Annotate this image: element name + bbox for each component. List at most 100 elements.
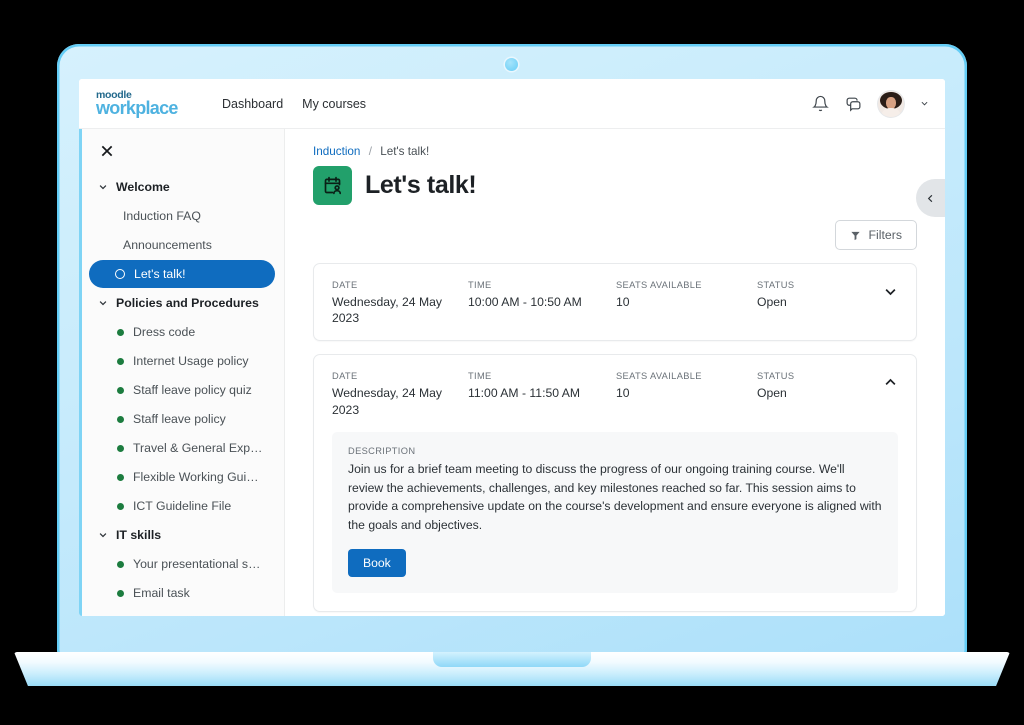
- book-button[interactable]: Book: [348, 549, 406, 577]
- sidebar-item-induction-faq[interactable]: Induction FAQ: [89, 202, 275, 230]
- laptop-base-notch: [433, 652, 591, 667]
- chevron-down-icon: [98, 298, 108, 308]
- sidebar-item-travel-general-expense[interactable]: Travel & General Expense ...: [89, 434, 275, 462]
- column-header-date: DATE: [332, 280, 458, 290]
- session-time-column: TIME 11:00 AM - 11:50 AM: [468, 371, 616, 417]
- column-header-time: TIME: [468, 371, 606, 381]
- session-date-column: DATE Wednesday, 24 May 2023: [332, 371, 468, 417]
- sidebar-item-label: Announcements: [123, 238, 212, 252]
- sidebar-item-staff-leave-policy-quiz[interactable]: Staff leave policy quiz: [89, 376, 275, 404]
- avatar[interactable]: [878, 91, 904, 117]
- column-header-seats: SEATS AVAILABLE: [616, 371, 747, 381]
- filters-button-label: Filters: [869, 228, 902, 242]
- breadcrumb: Induction / Let's talk!: [313, 145, 917, 158]
- primary-nav: Dashboard My courses: [222, 97, 366, 111]
- main-content: Induction / Let's talk! Let's talk!: [285, 129, 945, 616]
- sidebar-item-internet-usage-policy[interactable]: Internet Usage policy: [89, 347, 275, 375]
- moodle-workplace-logo[interactable]: moodle workplace: [96, 90, 201, 118]
- sidebar-section-label: Policies and Procedures: [116, 296, 259, 310]
- sidebar-section-label: IT skills: [116, 528, 161, 542]
- chevron-left-icon: [925, 193, 936, 204]
- sidebar-item-label: ICT Guideline File: [133, 499, 231, 513]
- filters-button[interactable]: Filters: [835, 220, 917, 250]
- nav-item-dashboard[interactable]: Dashboard: [222, 97, 283, 111]
- bell-icon[interactable]: [812, 95, 829, 112]
- sidebar-item-label: Email task: [133, 586, 190, 600]
- breadcrumb-separator: /: [369, 145, 372, 158]
- page-title: Let's talk!: [365, 171, 476, 200]
- sidebar-item-ict-guideline-file[interactable]: ICT Guideline File: [89, 492, 275, 520]
- description-label: DESCRIPTION: [348, 446, 882, 456]
- chevron-down-icon: [98, 530, 108, 540]
- column-header-seats: SEATS AVAILABLE: [616, 280, 747, 290]
- session-status-column: STATUS Open: [757, 371, 877, 417]
- description-text: Join us for a brief team meeting to disc…: [348, 460, 882, 535]
- session-seats-value: 10: [616, 294, 747, 310]
- status-dot-icon: [117, 561, 124, 568]
- sidebar-item-list: Welcome Induction FAQ Announcements Let'…: [79, 129, 284, 616]
- calendar-person-icon: [322, 175, 343, 196]
- sidebar-item-label: Flexible Working Guideline: [133, 470, 263, 484]
- sidebar-item-label: Travel & General Expense ...: [133, 441, 263, 455]
- status-dot-icon: [117, 474, 124, 481]
- nav-item-my-courses[interactable]: My courses: [302, 97, 366, 111]
- screenshot-stage: moodle workplace Dashboard My courses: [0, 0, 1024, 725]
- session-date-column: DATE Wednesday, 24 May 2023: [332, 280, 468, 326]
- session-seats-value: 10: [616, 385, 747, 401]
- breadcrumb-link-induction[interactable]: Induction: [313, 145, 360, 158]
- session-time-value: 11:00 AM - 11:50 AM: [468, 385, 606, 401]
- sidebar-item-announcements[interactable]: Announcements: [89, 231, 275, 259]
- session-seats-column: SEATS AVAILABLE 10: [616, 280, 757, 326]
- course-index-sidebar: Welcome Induction FAQ Announcements Let'…: [79, 129, 285, 616]
- column-header-status: STATUS: [757, 280, 867, 290]
- session-list: DATE Wednesday, 24 May 2023 TIME 10:00 A…: [313, 263, 917, 616]
- sidebar-item-your-presentational-skills[interactable]: Your presentational skills: [89, 550, 275, 578]
- status-dot-icon: [117, 358, 124, 365]
- sidebar-item-label: Your presentational skills: [133, 557, 263, 571]
- session-time-column: TIME 10:00 AM - 10:50 AM: [468, 280, 616, 326]
- sidebar-item-label: Dress code: [133, 325, 195, 339]
- session-seats-column: SEATS AVAILABLE 10: [616, 371, 757, 417]
- top-navbar-right: [812, 91, 945, 117]
- top-navbar: moodle workplace Dashboard My courses: [79, 79, 945, 129]
- avatar-face: [886, 97, 896, 109]
- chevron-down-icon[interactable]: [920, 99, 929, 108]
- session-status-column: STATUS Open: [757, 280, 877, 326]
- sidebar-item-staff-leave-policy[interactable]: Staff leave policy: [89, 405, 275, 433]
- status-dot-icon: [117, 387, 124, 394]
- filters-row: Filters: [313, 220, 917, 250]
- close-icon[interactable]: [100, 144, 114, 158]
- block-drawer-toggle[interactable]: [916, 179, 945, 217]
- chevron-down-icon[interactable]: [883, 284, 898, 299]
- page-title-row: Let's talk!: [313, 166, 917, 205]
- sidebar-item-email-task[interactable]: Email task: [89, 579, 275, 607]
- sidebar-section-welcome[interactable]: Welcome: [79, 173, 284, 201]
- status-dot-icon: [117, 445, 124, 452]
- messages-icon[interactable]: [845, 95, 862, 112]
- sidebar-section-it-skills[interactable]: IT skills: [79, 521, 284, 549]
- sidebar-item-dress-code[interactable]: Dress code: [89, 318, 275, 346]
- sidebar-item-flexible-working-guideline[interactable]: Flexible Working Guideline: [89, 463, 275, 491]
- column-header-date: DATE: [332, 371, 458, 381]
- sidebar-item-label: Induction FAQ: [123, 209, 201, 223]
- status-dot-icon: [117, 416, 124, 423]
- status-dot-icon: [117, 503, 124, 510]
- session-status-value: Open: [757, 294, 867, 310]
- avatar-body: [881, 108, 901, 117]
- chevron-up-icon[interactable]: [883, 375, 898, 390]
- status-dot-icon: [117, 329, 124, 336]
- sidebar-item-label: Let's talk!: [134, 267, 186, 281]
- sidebar-item-spreadsheet-basics[interactable]: Spreadsheet basics: [89, 608, 275, 616]
- session-description-panel: DESCRIPTION Join us for a brief team mee…: [332, 432, 898, 593]
- column-header-status: STATUS: [757, 371, 867, 381]
- session-card-header[interactable]: DATE Wednesday, 24 May 2023 TIME 10:00 A…: [314, 264, 916, 340]
- session-card-header[interactable]: DATE Wednesday, 24 May 2023 TIME 11:00 A…: [314, 355, 916, 431]
- sidebar-section-policies-and-procedures[interactable]: Policies and Procedures: [79, 289, 284, 317]
- chevron-down-icon: [98, 182, 108, 192]
- breadcrumb-current: Let's talk!: [380, 145, 429, 158]
- sidebar-item-label: Spreadsheet basics: [133, 615, 241, 616]
- logo-workplace-text: workplace: [96, 99, 201, 117]
- sidebar-item-lets-talk[interactable]: Let's talk!: [89, 260, 275, 288]
- browser-screen: moodle workplace Dashboard My courses: [79, 79, 945, 616]
- sidebar-section-label: Welcome: [116, 180, 170, 194]
